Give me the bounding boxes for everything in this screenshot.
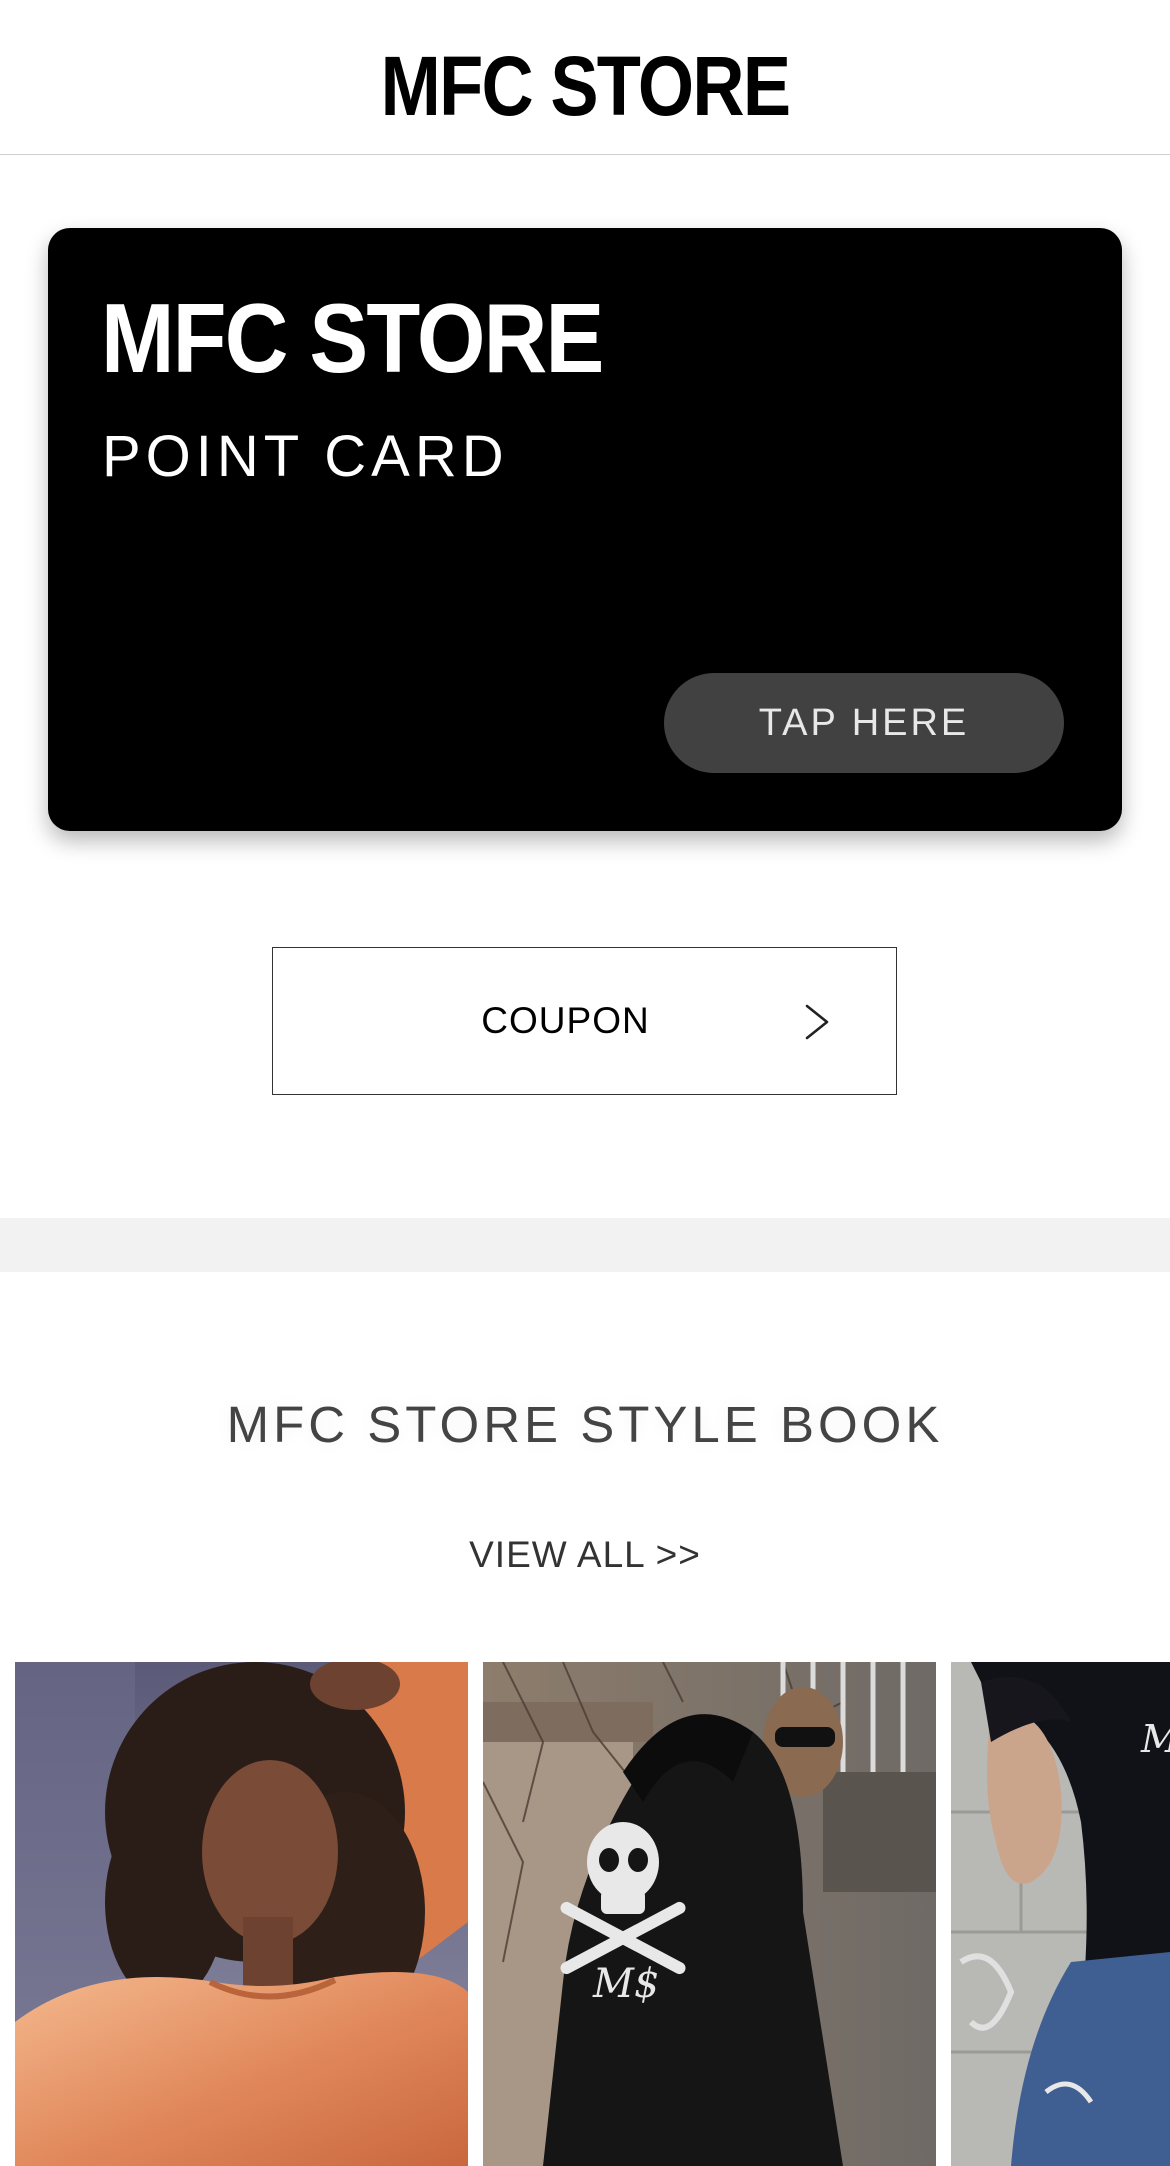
coupon-label: COUPON [481, 1000, 650, 1041]
app-header: MFC STORE [0, 0, 1170, 155]
photo-man-black-hoodie-skull: M$ [483, 1662, 936, 2166]
stylebook-gallery[interactable]: M$ [0, 1662, 1170, 2166]
stylebook-title: MFC STORE STYLE BOOK [226, 1396, 944, 1453]
photo-man-hoodie-denim: M [951, 1662, 1170, 2166]
coupon-button[interactable]: COUPON [272, 947, 897, 1095]
tap-here-button[interactable]: TAP HERE [664, 673, 1064, 773]
tap-here-label: TAP HERE [758, 701, 970, 744]
svg-text:M: M [1140, 1717, 1170, 1761]
point-card[interactable]: MFC STORE POINT CARD TAP HERE [48, 228, 1122, 831]
svg-text:M$: M$ [592, 1961, 659, 2007]
store-logo[interactable]: MFC STORE [82, 40, 1088, 132]
style-photo[interactable]: M [951, 1662, 1170, 2166]
style-photo[interactable]: M$ [483, 1662, 936, 2166]
chevron-right-icon [805, 1004, 829, 1040]
photo-woman-orange-sweatshirt [15, 1662, 468, 2166]
section-divider [0, 1218, 1170, 1272]
app-screen: MFC STORE MFC STORE POINT CARD TAP HERE … [0, 0, 1170, 2166]
view-all-link[interactable]: VIEW ALL >> [0, 1530, 1170, 1580]
card-subtitle: POINT CARD [102, 424, 509, 489]
card-logo: MFC STORE [101, 283, 604, 393]
style-photo[interactable] [15, 1662, 468, 2166]
